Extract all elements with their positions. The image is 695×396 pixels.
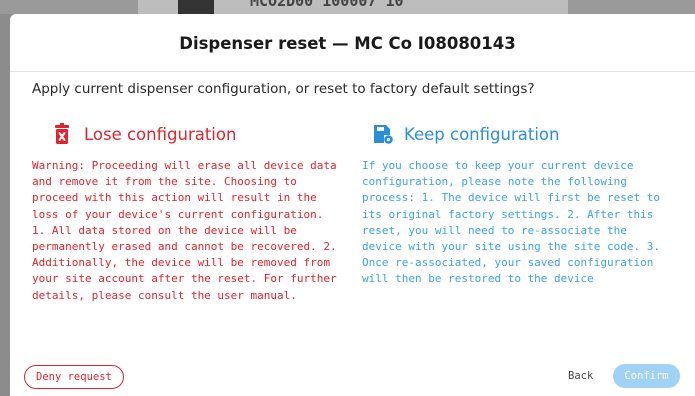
trash-icon <box>52 123 72 145</box>
lose-configuration-title: Lose configuration <box>84 124 237 144</box>
back-button[interactable]: Back <box>568 370 593 382</box>
lose-configuration-header: Lose configuration <box>52 122 352 146</box>
dialog-title: Dispenser reset — MC Co I08080143 <box>179 34 516 53</box>
background-page: MCO2D00 100007 10 <box>0 0 695 14</box>
keep-configuration-header: Keep configuration <box>372 122 672 146</box>
save-settings-icon <box>372 123 393 145</box>
deny-request-button[interactable]: Deny request <box>24 365 124 389</box>
dialog-question: Apply current dispenser configuration, o… <box>32 81 535 97</box>
lose-configuration-option[interactable]: Lose configuration Warning: Proceeding w… <box>32 122 352 304</box>
background-device-image <box>178 0 214 14</box>
keep-configuration-title: Keep configuration <box>404 124 560 144</box>
keep-configuration-description: If you choose to keep your current devic… <box>362 159 661 286</box>
confirm-button[interactable]: Confirm <box>613 364 680 388</box>
lose-configuration-description: Warning: Proceeding will erase all devic… <box>32 159 337 302</box>
keep-configuration-option[interactable]: Keep configuration If you choose to keep… <box>362 122 672 288</box>
reset-dialog: Dispenser reset — MC Co I08080143 Apply … <box>10 14 695 396</box>
background-text: MCO2D00 100007 10 <box>250 0 404 10</box>
title-divider <box>10 71 695 72</box>
